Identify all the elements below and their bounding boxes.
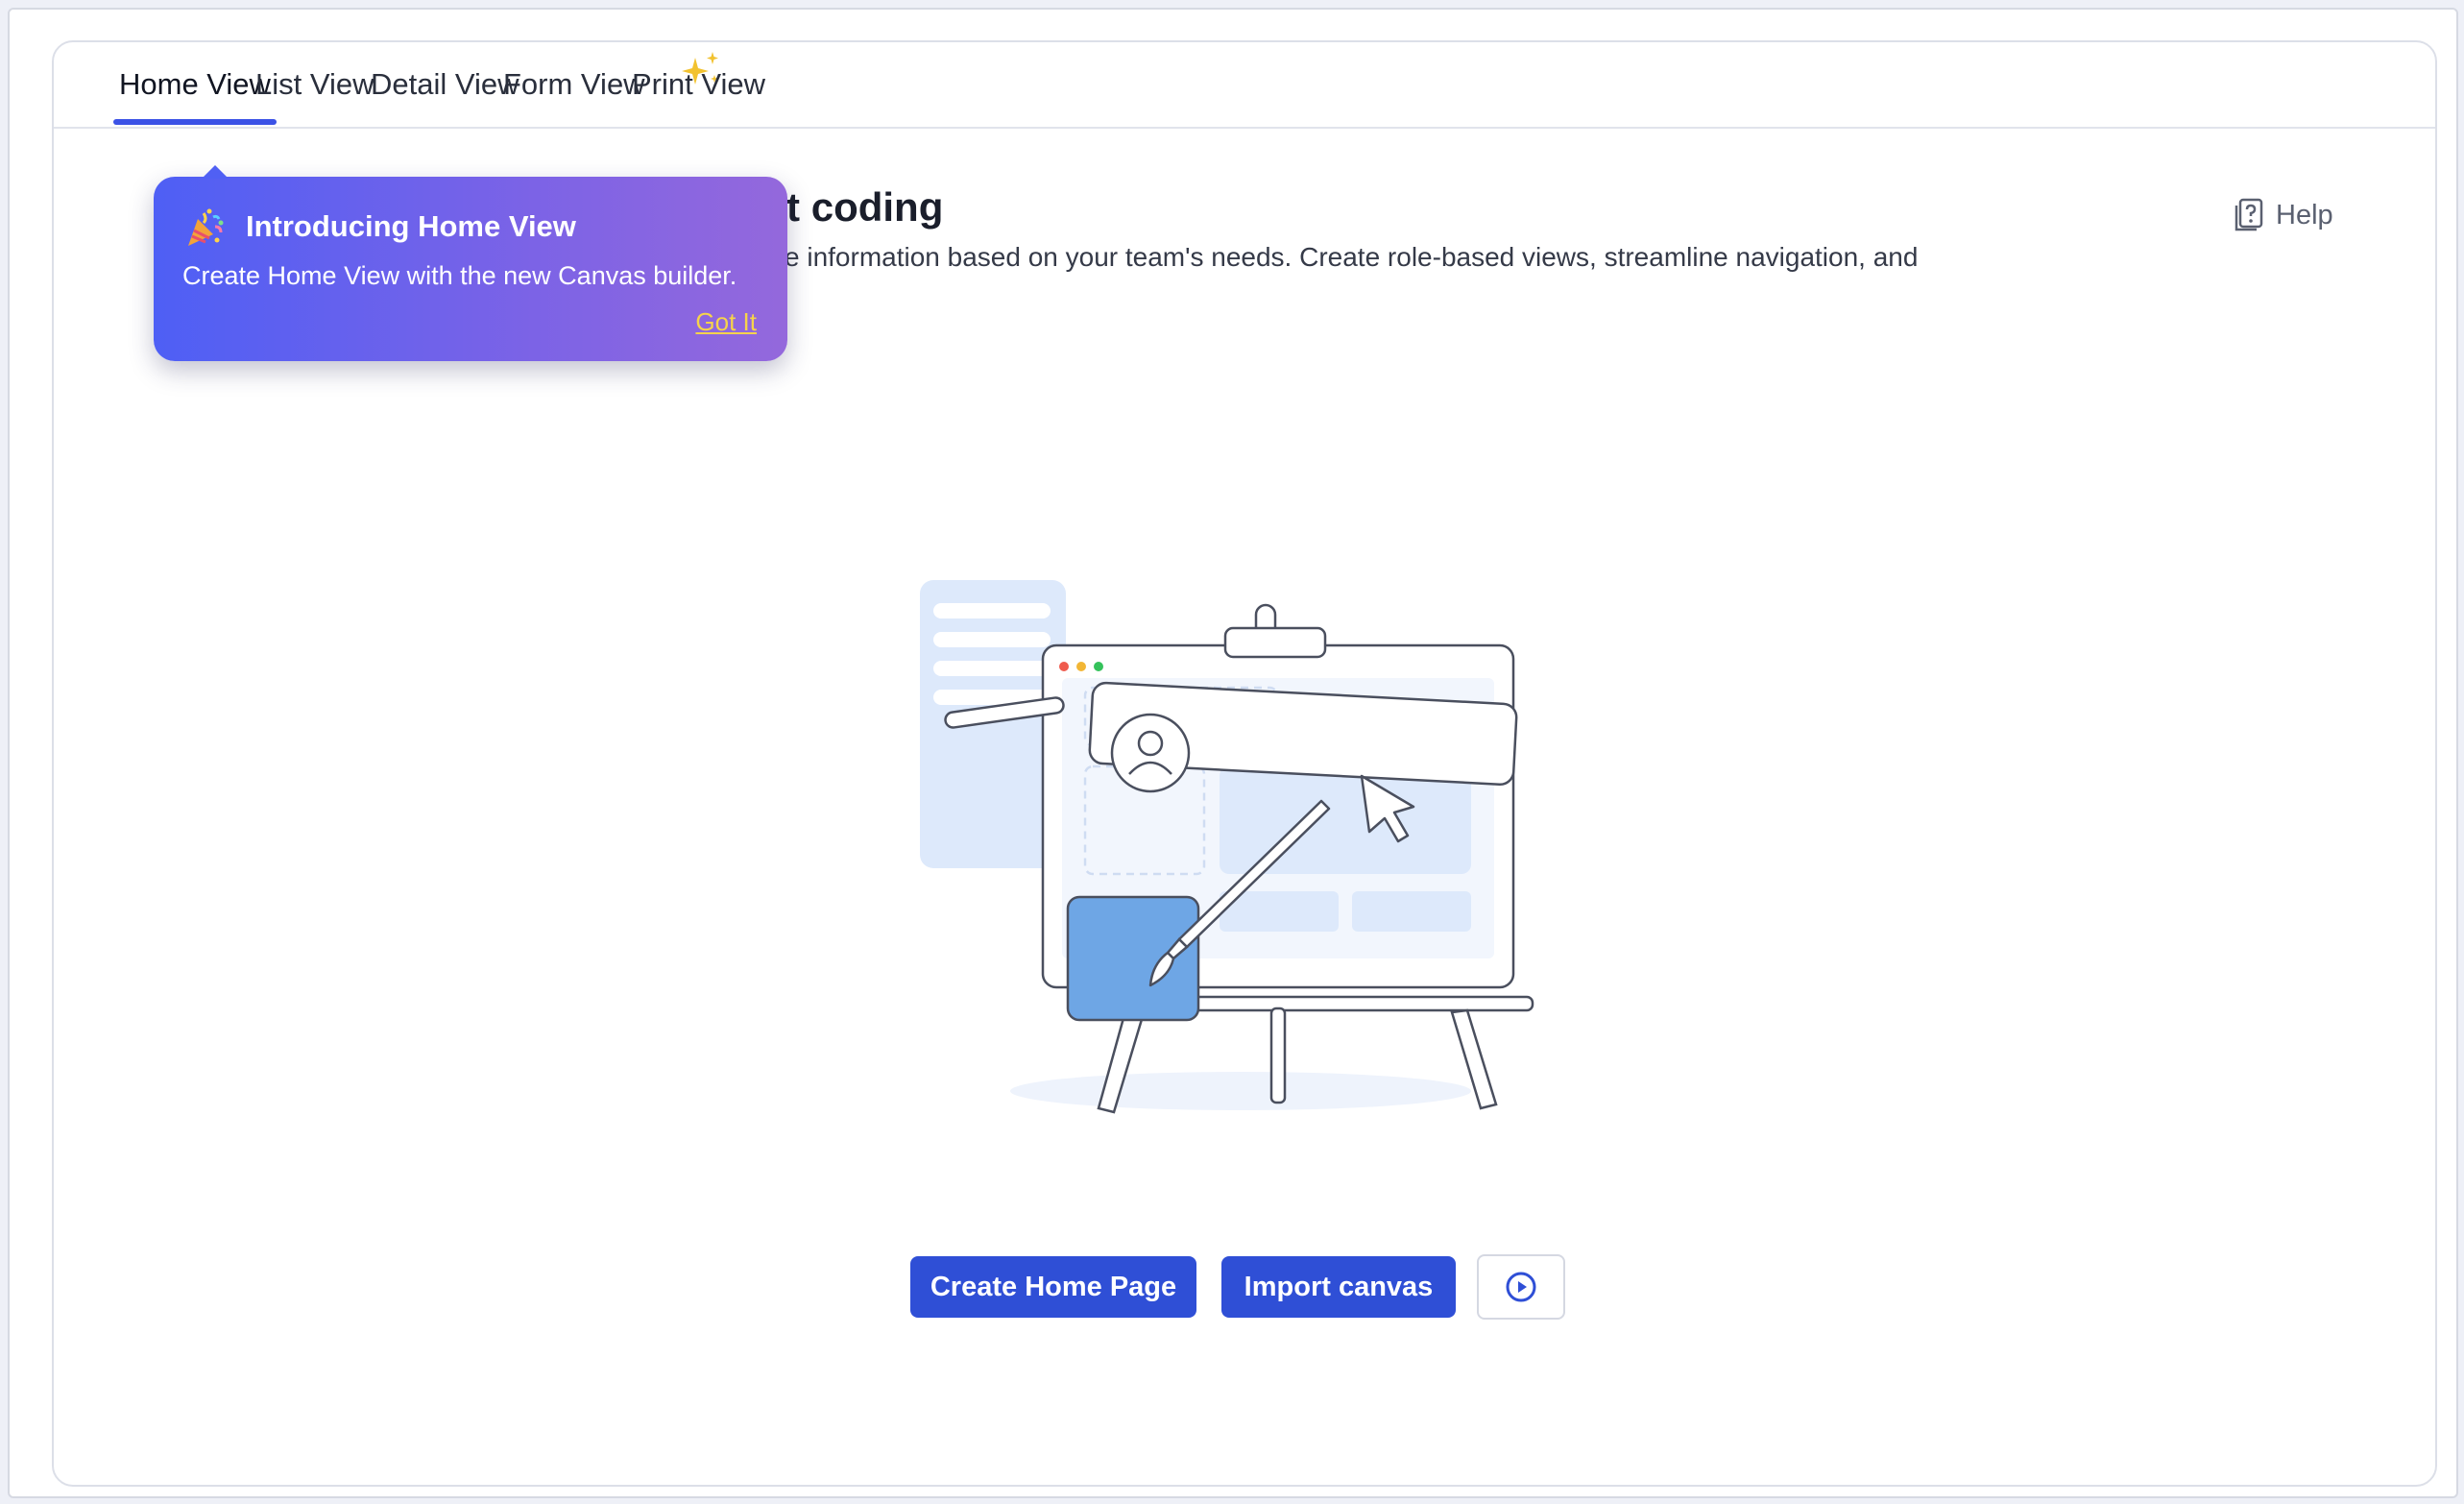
tab-detail-view[interactable]: Detail View <box>371 67 519 125</box>
help-label[interactable]: Help <box>2276 200 2333 231</box>
view-tabs: Home View List View Detail View Form Vie… <box>54 42 2435 129</box>
tab-list-view[interactable]: List View <box>255 67 374 125</box>
party-popper-icon <box>188 208 224 246</box>
tooltip-text: Create Home View with the new Canvas bui… <box>182 261 737 290</box>
app-frame: Home View List View Detail View Form Vie… <box>8 8 2458 1498</box>
tooltip-arrow <box>202 165 229 179</box>
play-video-button[interactable] <box>1477 1254 1565 1320</box>
tab-home-view[interactable]: Home View <box>119 67 271 125</box>
import-canvas-button[interactable]: Import canvas <box>1221 1256 1456 1318</box>
canvas-builder-illustration <box>920 580 1534 1114</box>
tab-form-view[interactable]: Form View <box>503 67 645 125</box>
help-link[interactable]: Help <box>2234 194 2333 236</box>
play-circle-icon <box>1506 1272 1536 1302</box>
help-icon <box>2235 198 2263 231</box>
got-it-link[interactable]: Got It <box>695 307 757 337</box>
intro-tooltip: Introducing Home View Create Home View w… <box>154 165 787 361</box>
create-home-page-button[interactable]: Create Home Page <box>910 1256 1196 1318</box>
home-view-panel: Home View List View Detail View Form Vie… <box>52 40 2437 1487</box>
active-tab-indicator <box>113 119 277 125</box>
tooltip-title: Introducing Home View <box>246 209 576 243</box>
tab-print-view[interactable]: Print View <box>632 67 765 125</box>
